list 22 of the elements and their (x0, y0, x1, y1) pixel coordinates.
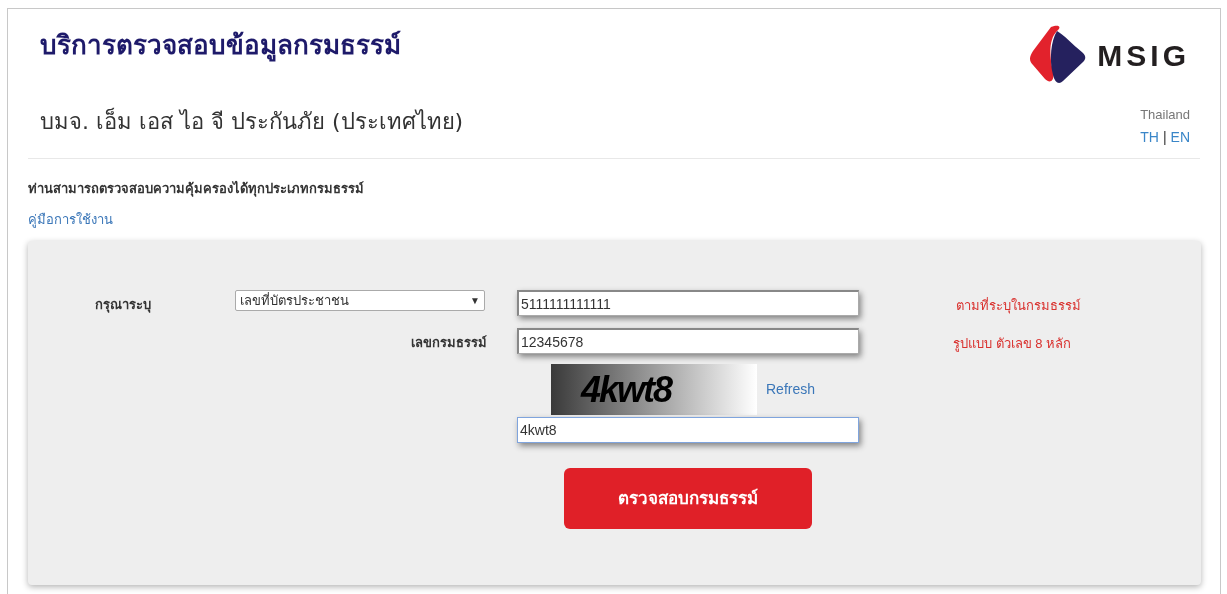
id-type-select[interactable]: เลขที่บัตรประชาชน ▼ (235, 290, 485, 311)
manual-link[interactable]: คู่มือการใช้งาน (28, 210, 113, 230)
hint-text: รูปแบบ ตัวเลข 8 หลัก (953, 336, 1072, 351)
refresh-link[interactable]: Refresh (766, 379, 816, 400)
page-title: บริการตรวจสอบข้อมูลกรมธรรม์ (40, 29, 402, 61)
language-link[interactable]: TH (1140, 126, 1159, 148)
hint-text: ตามที่ระบุในกรมธรรม์ (956, 298, 1081, 313)
intro-text: ท่านสามารถตรวจสอบความคุ้มครองได้ทุกประเภทกรมธรรม์ (28, 179, 365, 198)
company-name: บมจ. เอ็ม เอส ไอ จี ประกันภัย (ประเทศไทย) (40, 107, 464, 136)
region-label: Thailand (1140, 106, 1190, 124)
logo-text: MSIG (1097, 37, 1190, 74)
captcha-image: 4kwt8 (551, 364, 757, 415)
language-separator: | (1162, 127, 1167, 147)
caret-icon: ▼ (470, 293, 480, 308)
logo-icon (1029, 25, 1088, 85)
text-field[interactable]: 5111111111111 (517, 290, 859, 316)
text-field[interactable]: 12345678 (517, 328, 859, 354)
text-field[interactable]: 4kwt8 (517, 417, 859, 443)
field-label: กรุณาระบุ (95, 297, 151, 312)
field-label: เลขกรมธรรม์ (411, 335, 487, 350)
check-policy-button[interactable]: ตรวจสอบกรมธรรม์ (564, 468, 812, 529)
language-link[interactable]: EN (1170, 126, 1190, 148)
